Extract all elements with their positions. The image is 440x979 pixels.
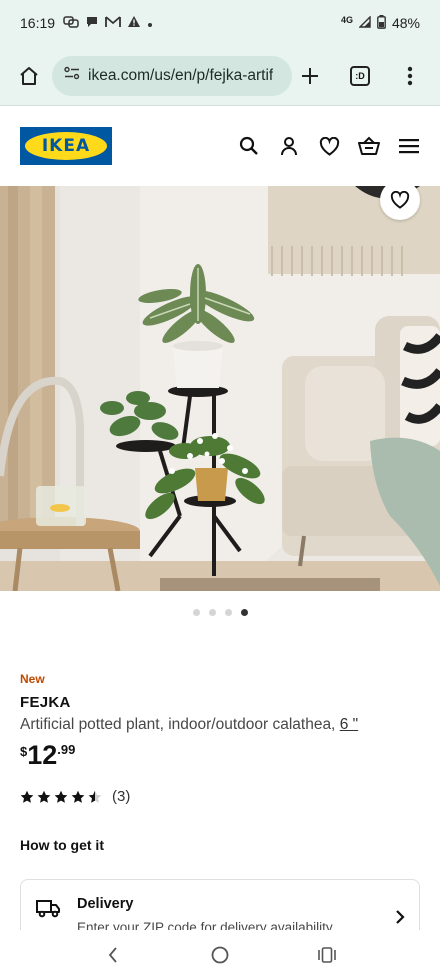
network-type: 4G [340,15,353,25]
product-size-link[interactable]: 6 " [340,716,358,733]
chat-icon [85,15,99,32]
new-badge: New [20,672,45,686]
more-notifications-dot-icon [147,15,153,31]
star-icon [20,790,34,803]
product-name: FEJKA [20,694,71,711]
product-image-carousel[interactable] [0,186,440,591]
logo-oval: IKEA [25,132,107,160]
gmail-icon [105,15,121,31]
fulfillment-heading: How to get it [20,837,104,853]
home-icon [20,66,38,85]
product-photo [0,186,440,591]
home-circle-icon [211,946,229,963]
status-time: 16:19 [20,15,56,31]
price-decimal: .99 [57,742,76,757]
battery-percent: 48% [391,15,420,31]
ikea-logo[interactable]: IKEA [20,127,112,165]
battery-icon [377,14,386,32]
star-icon [54,790,68,803]
status-bar: 16:19 4G 48% [0,0,440,46]
price-integer: 12 [27,740,58,770]
carousel-dot[interactable] [224,609,232,616]
star-icon [37,790,51,803]
site-header: IKEA [0,107,440,185]
home-button[interactable] [12,58,46,94]
account-button[interactable] [278,135,300,157]
delivery-title: Delivery [77,896,134,912]
tab-count-badge: :D [350,65,370,86]
review-count: (3) [112,788,131,805]
search-button[interactable] [238,135,260,157]
menu-button[interactable] [398,135,420,157]
logo-text: IKEA [41,136,91,156]
carousel-dot[interactable] [240,609,248,616]
more-vert-icon [407,66,413,85]
recent-apps-button[interactable] [307,935,347,975]
url-text: ikea.com/us/en/p/fejka-artif [88,66,274,84]
user-icon [281,137,297,156]
back-chevron-icon [109,946,118,963]
product-description: Artificial potted plant, indoor/outdoor … [20,716,420,734]
browser-toolbar: ikea.com/us/en/p/fejka-artif :D [0,46,440,106]
hamburger-menu-icon [399,139,419,154]
tab-switcher-button[interactable]: :D [342,58,378,94]
back-button[interactable] [93,935,133,975]
site-settings-icon[interactable] [64,66,80,85]
home-nav-button[interactable] [200,935,240,975]
signal-icon [358,15,371,31]
new-tab-button[interactable] [292,58,328,94]
system-navigation-bar [0,930,440,979]
browser-menu-button[interactable] [392,58,428,94]
product-description-text: Artificial potted plant, indoor/outdoor … [20,716,336,733]
address-bar[interactable]: ikea.com/us/en/p/fejka-artif [52,55,292,96]
product-price: $ 12 .99 [20,740,420,770]
heart-icon [319,136,339,156]
carousel-indicator [0,609,440,616]
wishlist-button[interactable] [318,135,340,157]
rating-summary[interactable]: (3) [20,788,420,805]
cart-button[interactable] [358,135,380,157]
price-currency: $ [20,744,28,759]
carousel-dot[interactable] [208,609,216,616]
link-notification-icon [63,15,79,32]
carousel-dot[interactable] [192,609,200,616]
shopping-bag-icon [358,136,380,155]
recent-apps-icon [317,946,336,963]
warning-icon [127,15,141,31]
star-icon [71,790,85,803]
plus-icon [302,67,318,84]
rating-stars [20,790,102,804]
search-icon [239,136,258,155]
product-info: New FEJKA Artificial potted plant, indoo… [20,672,420,853]
star-icon [88,790,102,803]
heart-outline-icon [390,191,410,209]
